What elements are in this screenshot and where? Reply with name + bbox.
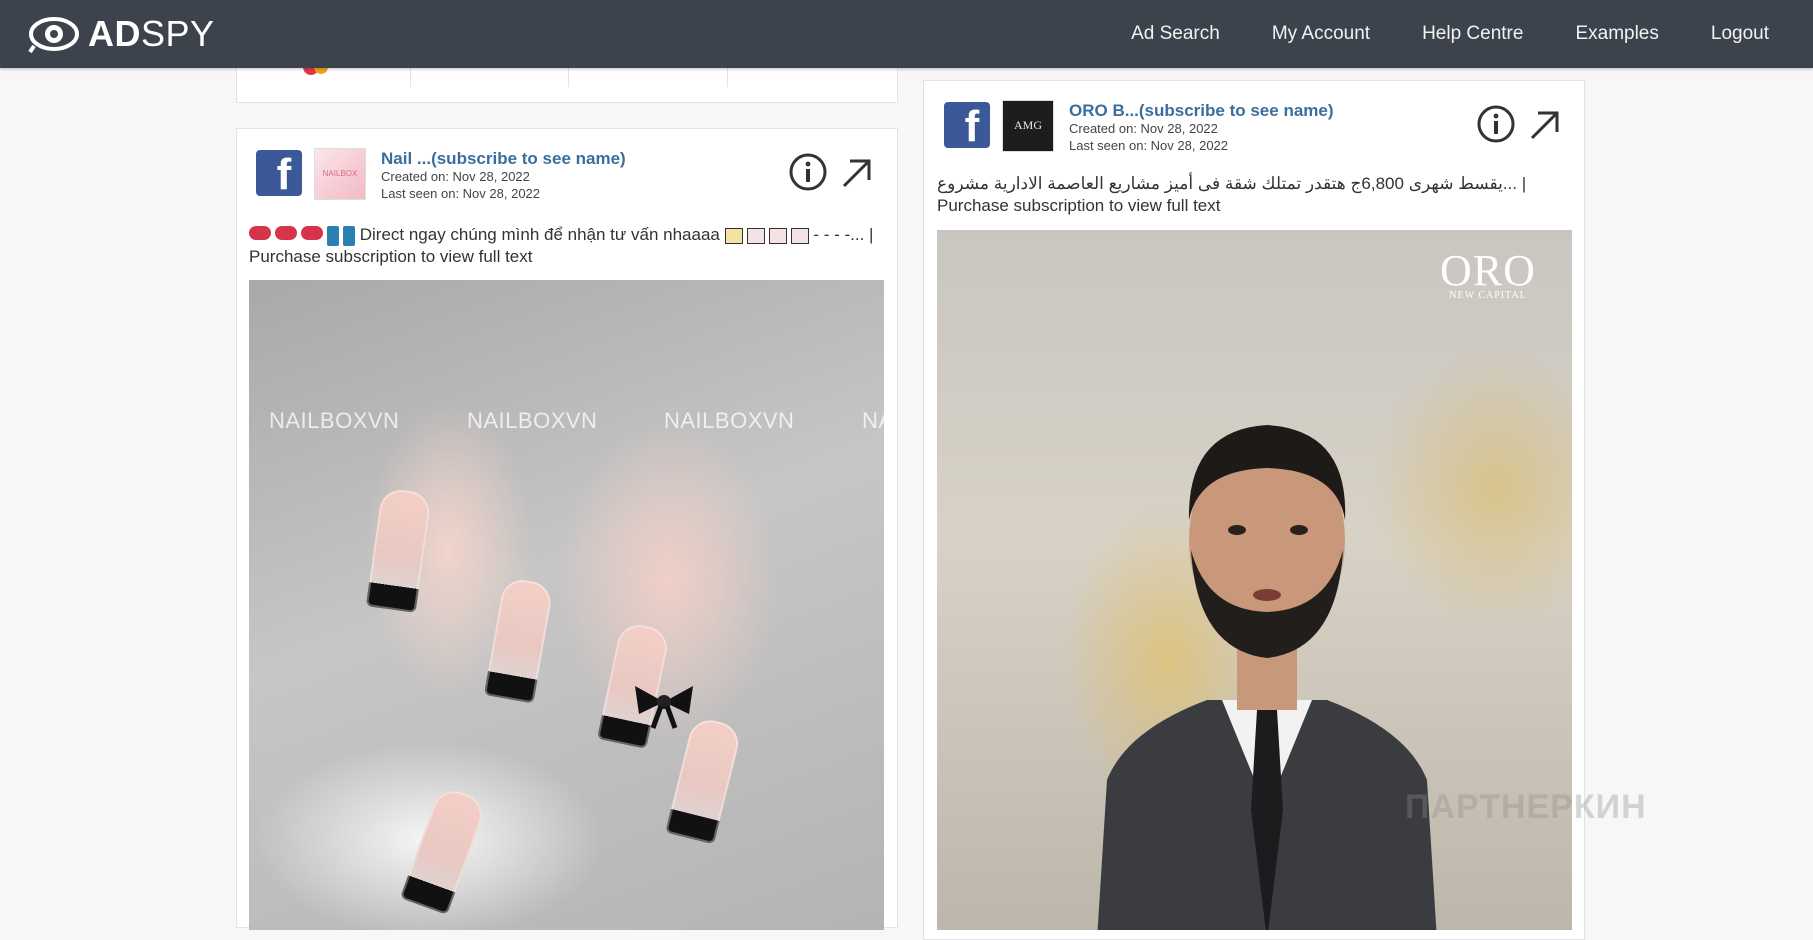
info-icon[interactable] [1476, 104, 1516, 144]
advertiser-name[interactable]: ORO B...(subscribe to see name) [1069, 101, 1334, 121]
oro-brand-logo: ORO NEW CAPITAL [1418, 248, 1558, 318]
open-external-icon[interactable] [1524, 104, 1564, 144]
image-watermark: NAILBOXVN [467, 408, 598, 433]
nail-shape [399, 785, 489, 915]
created-date: Created on: Nov 28, 2022 [1069, 121, 1218, 136]
brand-name: ADSPY [88, 13, 215, 54]
nav-my-account[interactable]: My Account [1272, 23, 1370, 45]
last-seen-date: Last seen on: Nov 28, 2022 [1069, 138, 1229, 153]
top-navbar: ADSPY Ad Search My Account Help Centre E… [0, 0, 1813, 68]
emoji-icons [724, 227, 809, 244]
created-date: Created on: Nov 28, 2022 [381, 169, 530, 184]
last-seen-date: Last seen on: Nov 28, 2022 [381, 186, 541, 201]
image-watermark: NAILBOXVN [664, 408, 795, 433]
nail-shape [365, 487, 433, 613]
image-watermark: NAILBOXVN [862, 408, 884, 433]
advertiser-avatar [1002, 100, 1054, 152]
oro-logo-text: ORO [1440, 246, 1536, 295]
ad-body-text: يقسط شهرى 6,800ج هتقدر تمتلك شقة فى أميز… [937, 174, 1527, 215]
facebook-icon: f [256, 150, 302, 196]
overlay-watermark: ПАРТНЕРКИН [1405, 788, 1647, 826]
adspy-logo[interactable]: ADSPY [28, 12, 215, 56]
nail-shape [483, 576, 555, 704]
presenter-figure [1097, 425, 1437, 930]
main-nav: Ad Search My Account Help Centre Example… [1079, 0, 1769, 68]
nav-help-centre[interactable]: Help Centre [1422, 23, 1523, 45]
info-icon[interactable] [788, 152, 828, 192]
emoji-icons [249, 225, 355, 246]
advertiser-avatar [314, 148, 366, 200]
ad-image-nails[interactable]: NAILBOXVN NAILBOXVN NAILBOXVN NAILBOXVN [249, 280, 884, 930]
oro-logo-subtext: NEW CAPITAL [1449, 290, 1527, 301]
ad-body-text: Direct ngay chúng mình để nhận tư vấn nh… [249, 224, 874, 268]
nav-ad-search[interactable]: Ad Search [1131, 23, 1220, 45]
nail-shape [665, 715, 743, 845]
nav-logout[interactable]: Logout [1711, 23, 1769, 45]
bow-decoration [635, 686, 693, 729]
ad-body-main: Direct ngay chúng mình để nhận tư vấn nh… [359, 225, 720, 244]
facebook-icon: f [944, 102, 990, 148]
nav-examples[interactable]: Examples [1575, 23, 1658, 45]
open-external-icon[interactable] [836, 152, 876, 192]
image-watermark: NAILBOXVN [269, 408, 400, 433]
eye-logo-icon [28, 17, 79, 54]
advertiser-name[interactable]: Nail ...(subscribe to see name) [381, 149, 626, 169]
